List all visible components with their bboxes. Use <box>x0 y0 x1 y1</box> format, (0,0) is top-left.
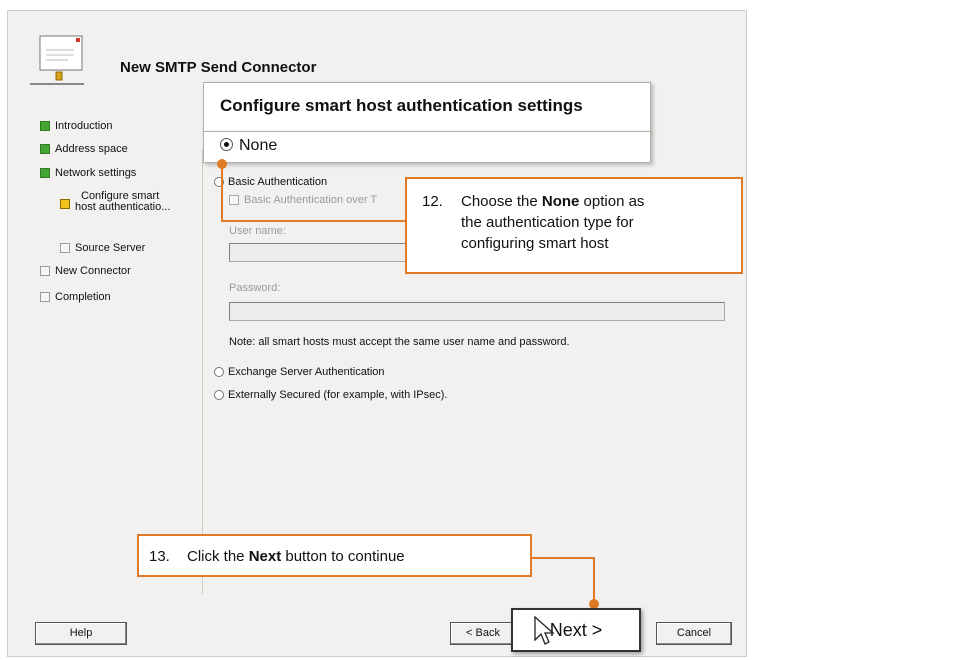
step-current-icon <box>60 199 70 209</box>
callout-step-13: 13. Click the Next button to continue <box>137 534 532 577</box>
checkbox-basic-auth-tls[interactable] <box>229 195 239 205</box>
step-pending-icon <box>40 292 50 302</box>
checkbox-basic-auth-tls-label: Basic Authentication over T <box>244 194 378 206</box>
next-button[interactable]: Next > <box>511 608 641 652</box>
callout-connector-line <box>221 220 406 222</box>
sidebar-divider <box>202 150 203 594</box>
mouse-pointer-icon <box>534 616 555 645</box>
callout-connector-line <box>593 557 595 601</box>
radio-none[interactable]: None <box>203 131 651 163</box>
smtp-connector-icon <box>30 35 84 85</box>
radio-icon <box>214 390 224 400</box>
password-field[interactable] <box>229 302 725 321</box>
back-button[interactable]: < Back <box>450 622 516 645</box>
password-label: Password: <box>229 282 281 294</box>
cancel-button[interactable]: Cancel <box>656 622 732 645</box>
wizard-title: New SMTP Send Connector <box>120 59 317 76</box>
step-pending-icon <box>60 243 70 253</box>
username-field[interactable] <box>229 243 431 262</box>
help-button[interactable]: Help <box>35 622 127 645</box>
radio-selected-icon <box>220 138 233 151</box>
page-title: Configure smart host authentication sett… <box>203 82 651 132</box>
step-done-icon <box>40 121 50 131</box>
smart-host-note: Note: all smart hosts must accept the sa… <box>229 336 570 348</box>
step-done-icon <box>40 168 50 178</box>
radio-icon <box>214 367 224 377</box>
username-label: User name: <box>229 225 286 237</box>
callout-connector-line <box>530 557 594 559</box>
step-pending-icon <box>40 266 50 276</box>
callout-connector-line <box>221 165 223 221</box>
callout-step-12: 12. Choose the None option as the authen… <box>405 177 743 274</box>
step-done-icon <box>40 144 50 154</box>
